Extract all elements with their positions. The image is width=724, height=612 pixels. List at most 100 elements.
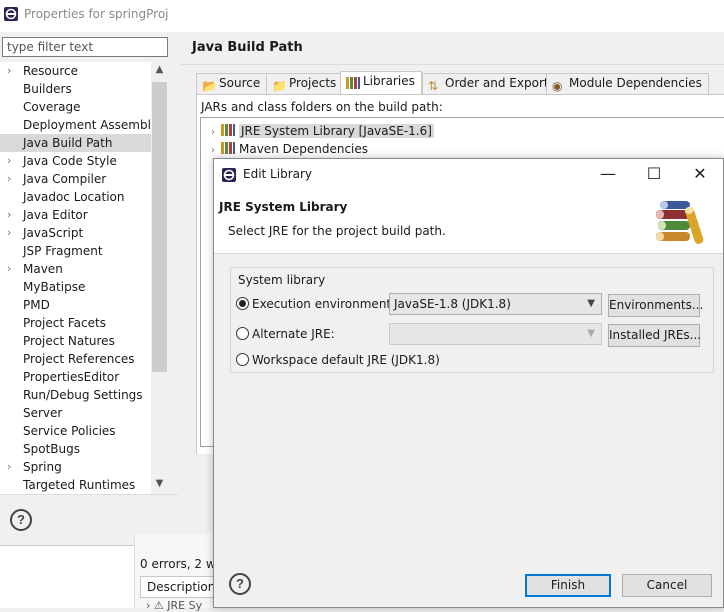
scroll-down-icon[interactable]: ▼	[151, 476, 168, 492]
expand-chevron-icon[interactable]: ›	[7, 224, 11, 242]
tree-item[interactable]: Project Natures	[0, 332, 168, 350]
tree-item[interactable]: Deployment Assembly	[0, 116, 168, 134]
library-icon	[221, 142, 235, 154]
expand-chevron-icon[interactable]: ›	[211, 127, 215, 138]
eclipse-app-icon	[222, 168, 236, 182]
tab-libraries[interactable]: Libraries	[340, 71, 422, 95]
tree-item[interactable]: › Java Editor	[0, 206, 168, 224]
tree-item-label: Project References	[23, 352, 135, 366]
tree-item-label: Project Facets	[23, 316, 106, 330]
tree-item[interactable]: Java Build Path	[0, 134, 151, 152]
expand-chevron-icon[interactable]: ›	[211, 145, 215, 156]
tree-item[interactable]: › Java Compiler	[0, 170, 168, 188]
tree-item[interactable]: Server	[0, 404, 168, 422]
help-icon[interactable]: ?	[10, 509, 32, 531]
chevron-down-icon: ▼	[587, 298, 595, 309]
tree-item[interactable]: › Spring	[0, 458, 168, 476]
tree-item[interactable]: Project References	[0, 350, 168, 368]
tree-item[interactable]: Service Policies	[0, 422, 168, 440]
execution-environment-label: Execution environment:	[252, 297, 396, 311]
alternate-jre-radio[interactable]	[236, 327, 249, 340]
tab-order-export[interactable]: ⇅ Order and Export	[422, 73, 556, 94]
libraries-icon	[346, 75, 364, 94]
tree-item[interactable]: PMD	[0, 296, 168, 314]
header-message: Select JRE for the project build path.	[228, 224, 446, 238]
execution-environment-option[interactable]: Execution environment:	[236, 295, 395, 313]
tree-item-label: Spring	[23, 460, 62, 474]
property-tree-rows: › Resource Builders Coverage Deployment Asse…	[0, 62, 168, 494]
tree-item[interactable]: › JavaScript	[0, 224, 168, 242]
tree-item[interactable]: SpotBugs	[0, 440, 168, 458]
expand-chevron-icon[interactable]: ›	[7, 260, 11, 278]
tree-item[interactable]: › Java Code Style	[0, 152, 168, 170]
scroll-thumb[interactable]	[152, 82, 167, 372]
title-separator	[180, 64, 724, 65]
window-title: Properties for springProj	[24, 7, 169, 21]
tree-item[interactable]: Targeted Runtimes	[0, 476, 168, 494]
execution-environment-radio[interactable]	[236, 297, 249, 310]
finish-button[interactable]: Finish	[525, 574, 611, 597]
environments-button[interactable]: Environments...	[608, 294, 703, 317]
tree-item-label: Resource	[23, 64, 79, 78]
tab-libraries-label: Libraries	[363, 74, 415, 88]
tree-item[interactable]: › Maven	[0, 260, 168, 278]
tab-source-label: Source	[219, 76, 261, 90]
header-title: JRE System Library	[219, 200, 348, 214]
tree-item[interactable]: Javadoc Location	[0, 188, 168, 206]
library-jre-system[interactable]: › JRE System Library [JavaSE-1.6]	[211, 122, 434, 140]
dialog-titlebar: Edit Library — ☐ ✕	[214, 159, 723, 190]
tree-item-label: Service Policies	[23, 424, 116, 438]
maximize-icon[interactable]: ☐	[631, 159, 677, 190]
expand-chevron-icon[interactable]: ›	[7, 458, 11, 476]
tab-order-export-label: Order and Export	[445, 76, 549, 90]
tree-item-label: Javadoc Location	[23, 190, 125, 204]
group-label: System library	[236, 273, 328, 287]
workspace-default-option[interactable]: Workspace default JRE (JDK1.8)	[236, 351, 440, 369]
expand-chevron-icon[interactable]: ›	[7, 152, 11, 170]
eclipse-app-icon	[4, 7, 18, 21]
tree-item-label: Java Code Style	[23, 154, 117, 168]
tree-item-label: MyBatipse	[23, 280, 86, 294]
dialog-title: Edit Library	[243, 167, 313, 181]
tree-item[interactable]: Run/Debug Settings	[0, 386, 168, 404]
tree-scrollbar[interactable]: ▲ ▼	[151, 62, 168, 494]
tree-item-label: Java Compiler	[23, 172, 107, 186]
tab-source[interactable]: 📂 Source	[196, 73, 268, 94]
workspace-default-radio[interactable]	[236, 353, 249, 366]
scroll-up-icon[interactable]: ▲	[151, 62, 168, 78]
tree-item-label: Project Natures	[23, 334, 115, 348]
problems-row[interactable]: › ⚠ JRE Sy	[146, 599, 202, 612]
tree-item-label: PMD	[23, 298, 50, 312]
minimize-icon[interactable]: —	[585, 159, 631, 190]
tree-item[interactable]: MyBatipse	[0, 278, 168, 296]
lower-left-area	[0, 546, 134, 608]
problems-row-label: JRE Sy	[167, 599, 203, 612]
tree-item[interactable]: JSP Fragment	[0, 242, 168, 260]
description-column-header[interactable]: Description	[140, 576, 215, 598]
close-icon[interactable]: ✕	[677, 159, 723, 190]
tree-item[interactable]: Coverage	[0, 98, 168, 116]
filter-input[interactable]	[2, 37, 168, 57]
tree-item-label: JSP Fragment	[23, 244, 103, 258]
tree-item-label: Run/Debug Settings	[23, 388, 143, 402]
alternate-jre-option[interactable]: Alternate JRE:	[236, 325, 335, 343]
alternate-jre-select: ▼	[389, 323, 602, 345]
expand-chevron-icon[interactable]: ›	[7, 206, 11, 224]
tree-item-label: Server	[23, 406, 63, 420]
tree-item[interactable]: Builders	[0, 80, 168, 98]
cancel-button[interactable]: Cancel	[622, 574, 712, 597]
expand-chevron-icon[interactable]: ›	[7, 62, 11, 80]
problems-summary: 0 errors, 2 wa	[140, 557, 223, 571]
tree-item[interactable]: PropertiesEditor	[0, 368, 168, 386]
library-maven[interactable]: › Maven Dependencies	[211, 140, 368, 158]
tab-projects[interactable]: 📁 Projects	[266, 73, 344, 94]
tree-item[interactable]: Project Facets	[0, 314, 168, 332]
expand-chevron-icon[interactable]: ›	[7, 170, 11, 188]
tab-module-dependencies[interactable]: ◉ Module Dependencies	[546, 73, 709, 94]
tree-item[interactable]: › Resource	[0, 62, 168, 80]
execution-environment-select[interactable]: JavaSE-1.8 (JDK1.8) ▼	[389, 293, 602, 315]
library-icon	[221, 124, 235, 136]
installed-jres-button[interactable]: Installed JREs...	[608, 324, 701, 347]
tree-item-label: Targeted Runtimes	[23, 478, 136, 492]
help-icon[interactable]: ?	[229, 573, 251, 595]
